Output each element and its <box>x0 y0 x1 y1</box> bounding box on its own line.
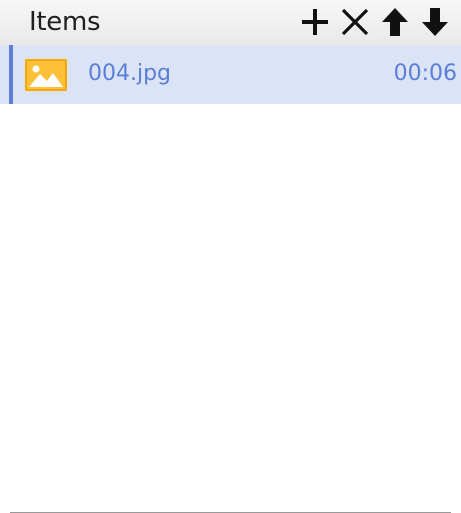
panel-title: Items <box>29 7 101 37</box>
plus-icon <box>302 9 328 35</box>
list-item[interactable]: 004.jpg 00:06 <box>0 45 461 104</box>
close-icon <box>341 8 369 36</box>
move-down-button[interactable] <box>417 6 453 38</box>
move-up-button[interactable] <box>377 6 413 38</box>
selection-indicator <box>9 45 13 104</box>
item-duration: 00:06 <box>393 61 457 86</box>
item-filename: 004.jpg <box>88 61 172 86</box>
image-icon <box>25 59 67 91</box>
items-panel: Items 004.jpg 00:06 <box>0 0 461 513</box>
arrow-up-icon <box>382 8 408 36</box>
add-item-button[interactable] <box>297 6 333 38</box>
items-toolbar <box>293 6 453 38</box>
items-header: Items <box>0 0 461 45</box>
remove-item-button[interactable] <box>337 6 373 38</box>
arrow-down-icon <box>422 8 448 36</box>
items-list: 004.jpg 00:06 <box>0 45 461 104</box>
